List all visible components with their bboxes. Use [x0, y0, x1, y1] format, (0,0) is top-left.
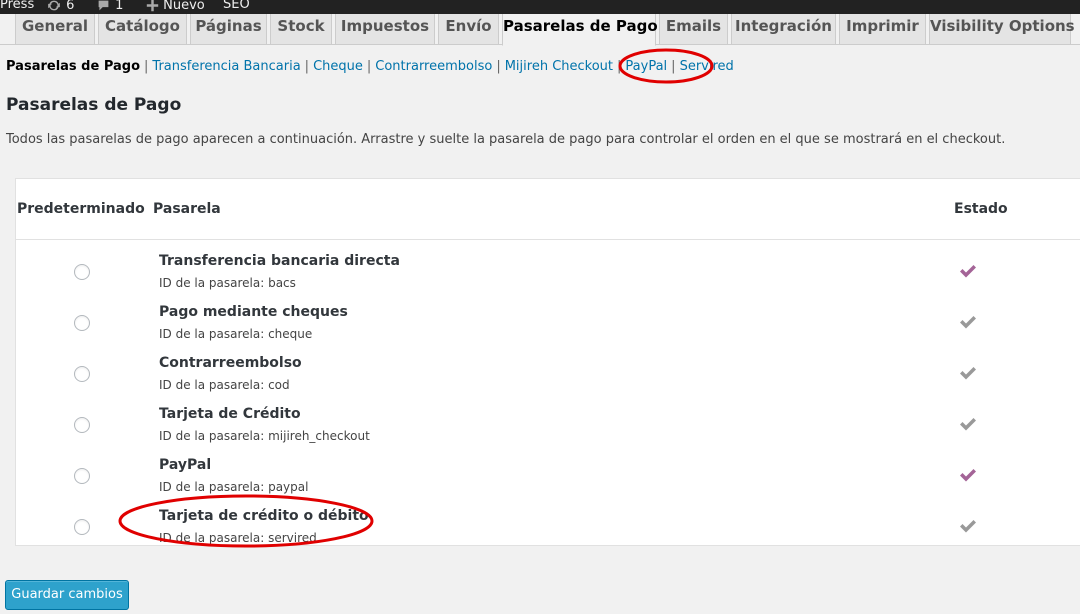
gateway-name: Transferencia bancaria directa — [159, 253, 400, 269]
subnav-separator: | — [304, 59, 310, 74]
gateway-name: Contrarreembolso — [159, 355, 302, 371]
table-row[interactable]: Transferencia bancaria directa ID de la … — [16, 247, 1080, 298]
subnav-separator: | — [617, 59, 622, 74]
subnav-separator: | — [144, 59, 149, 74]
admin-bar: Press 6 1 Nuevo SEO — [0, 0, 1080, 14]
table-row[interactable]: Tarjeta de crédito o débito ID de la pas… — [16, 502, 1080, 553]
gateway-name: Tarjeta de crédito o débito — [159, 508, 369, 524]
comments-link[interactable]: 1 — [96, 0, 123, 12]
default-radio[interactable] — [74, 468, 90, 484]
default-radio[interactable] — [74, 366, 90, 382]
gateway-id: ID de la pasarela: cod — [159, 378, 290, 392]
seo-menu[interactable]: SEO — [223, 0, 250, 11]
table-header: Predeterminado Pasarela Estado — [16, 179, 1080, 240]
page-description: Todos las pasarelas de pago aparecen a c… — [6, 132, 1006, 147]
table-row[interactable]: Contrarreembolso ID de la pasarela: cod — [16, 349, 1080, 400]
tab-emails[interactable]: Emails — [659, 14, 728, 45]
updates-link[interactable]: 6 — [46, 0, 74, 12]
tab-impuestos[interactable]: Impuestos — [335, 14, 435, 45]
tab-integracion[interactable]: Integración — [731, 14, 836, 45]
subnav-contrarreembolso[interactable]: Contrarreembolso — [375, 59, 492, 74]
tab-catalogo[interactable]: Catálogo — [98, 14, 187, 45]
checkmark-icon — [960, 265, 976, 278]
gateway-id: ID de la pasarela: paypal — [159, 480, 309, 494]
gateway-name: Tarjeta de Crédito — [159, 406, 301, 422]
plus-icon — [146, 0, 159, 12]
gateway-id: ID de la pasarela: servired — [159, 531, 317, 545]
page-title: Pasarelas de Pago — [6, 95, 182, 115]
new-content-link[interactable]: Nuevo — [146, 0, 205, 12]
gateways-table: Predeterminado Pasarela Estado Transfere… — [15, 178, 1080, 546]
default-radio[interactable] — [74, 519, 90, 535]
tab-visibility-options[interactable]: Visibility Options — [929, 14, 1075, 45]
tab-paginas[interactable]: Páginas — [190, 14, 267, 45]
column-header-status: Estado — [954, 201, 1008, 217]
gateway-subnav: Pasarelas de Pago | Transferencia Bancaria… — [6, 59, 734, 74]
table-row[interactable]: Tarjeta de Crédito ID de la pasarela: mi… — [16, 400, 1080, 451]
checkmark-icon — [960, 418, 976, 431]
subnav-mijireh-checkout[interactable]: Mijireh Checkout — [505, 59, 613, 74]
column-header-default: Predeterminado — [17, 201, 145, 217]
subnav-cheque[interactable]: Cheque — [313, 59, 363, 74]
tab-general[interactable]: General — [15, 14, 95, 45]
subnav-paypal[interactable]: PayPal — [625, 59, 667, 74]
tab-stock[interactable]: Stock — [270, 14, 332, 45]
gateway-id: ID de la pasarela: bacs — [159, 276, 296, 290]
comments-count: 1 — [115, 0, 124, 13]
tab-pasarelas-de-pago[interactable]: Pasarelas de Pago — [502, 14, 658, 46]
comment-bubble-icon — [98, 0, 109, 11]
subnav-pasarelas-de-pago[interactable]: Pasarelas de Pago — [6, 59, 140, 74]
default-radio[interactable] — [74, 264, 90, 280]
default-radio[interactable] — [74, 417, 90, 433]
gateway-id: ID de la pasarela: cheque — [159, 327, 313, 341]
site-name[interactable]: Press — [0, 0, 34, 11]
save-changes-button[interactable]: Guardar cambios — [5, 580, 129, 610]
gateway-name: Pago mediante cheques — [159, 304, 348, 320]
subnav-transferencia-bancaria[interactable]: Transferencia Bancaria — [152, 59, 300, 74]
subnav-servired[interactable]: Servired — [680, 59, 734, 74]
checkmark-icon — [960, 469, 976, 482]
gateway-id: ID de la pasarela: mijireh_checkout — [159, 429, 370, 443]
default-radio[interactable] — [74, 315, 90, 331]
checkmark-icon — [960, 367, 976, 380]
subnav-separator: | — [671, 59, 676, 74]
subnav-separator: | — [496, 59, 501, 74]
gateway-name: PayPal — [159, 457, 212, 473]
tab-imprimir[interactable]: Imprimir — [839, 14, 926, 45]
checkmark-icon — [960, 520, 976, 533]
table-row[interactable]: Pago mediante cheques ID de la pasarela:… — [16, 298, 1080, 349]
updates-count: 6 — [66, 0, 75, 13]
settings-tabs: General Catálogo Páginas Stock Impuestos… — [0, 14, 1080, 46]
checkmark-icon — [960, 316, 976, 329]
tab-envio[interactable]: Envío — [438, 14, 499, 45]
table-row[interactable]: PayPal ID de la pasarela: paypal — [16, 451, 1080, 502]
new-label: Nuevo — [163, 0, 205, 13]
refresh-icon — [48, 0, 60, 11]
subnav-separator: | — [366, 59, 372, 74]
column-header-gateway: Pasarela — [153, 201, 221, 217]
